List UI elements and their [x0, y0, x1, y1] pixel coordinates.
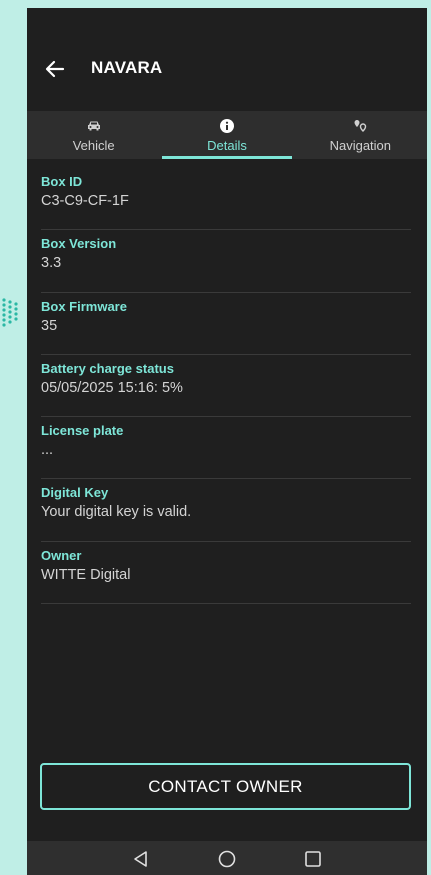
tab-details[interactable]: Details	[160, 111, 293, 159]
detail-row-box-firmware: Box Firmware 35	[41, 293, 411, 355]
detail-value: 35	[41, 317, 58, 334]
details-list: Box ID C3-C9-CF-1F Box Version 3.3 Box F…	[41, 168, 411, 605]
arrow-left-icon[interactable]	[43, 57, 67, 81]
detail-label: Battery charge status	[41, 360, 174, 376]
info-icon	[219, 119, 234, 133]
detail-label: Box ID	[41, 174, 83, 189]
system-nav-bar	[27, 841, 427, 875]
square-recent-icon[interactable]	[303, 849, 323, 869]
detail-value: 3.3	[41, 255, 62, 272]
tab-navigation[interactable]: Navigation	[294, 111, 427, 159]
page-title: NAVARA	[91, 58, 163, 77]
detail-value: C3-C9-CF-1F	[41, 193, 129, 209]
tab-details-label: Details	[207, 138, 247, 153]
detail-value: ...	[41, 442, 54, 459]
detail-row-license-plate: License plate ...	[41, 417, 411, 480]
detail-row-digital-key: Digital Key Your digital key is valid.	[41, 479, 411, 542]
phone-screen: NAVARA Vehicle Details Navigation Box ID…	[27, 8, 427, 875]
tab-navigation-label: Navigation	[329, 138, 392, 153]
car-icon	[87, 121, 100, 131]
detail-value: Your digital key is valid.	[41, 504, 192, 521]
detail-label: License plate	[41, 423, 124, 439]
detail-value: WITTE Digital	[41, 566, 131, 583]
contact-owner-button[interactable]: CONTACT OWNER	[40, 763, 411, 810]
detail-row-owner: Owner WITTE Digital	[41, 542, 411, 605]
circle-home-icon[interactable]	[217, 849, 237, 869]
map-pins-icon	[354, 120, 367, 132]
detail-label: Owner	[41, 547, 82, 563]
detail-value: 05/05/2025 15:16: 5%	[41, 379, 183, 396]
detail-label: Box Firmware	[41, 298, 127, 314]
decorative-dots	[2, 298, 18, 327]
app-bar: NAVARA	[27, 8, 427, 111]
detail-row-battery: Battery charge status 05/05/2025 15:16: …	[41, 355, 411, 418]
tab-bar: Vehicle Details Navigation	[27, 111, 427, 159]
triangle-back-icon[interactable]	[131, 849, 151, 869]
detail-row-box-id: Box ID C3-C9-CF-1F	[41, 168, 411, 231]
detail-label: Box Version	[41, 236, 117, 252]
tab-vehicle[interactable]: Vehicle	[27, 111, 160, 159]
detail-row-box-version: Box Version 3.3	[41, 230, 411, 293]
tab-vehicle-label: Vehicle	[72, 138, 115, 153]
detail-label: Digital Key	[41, 485, 109, 501]
